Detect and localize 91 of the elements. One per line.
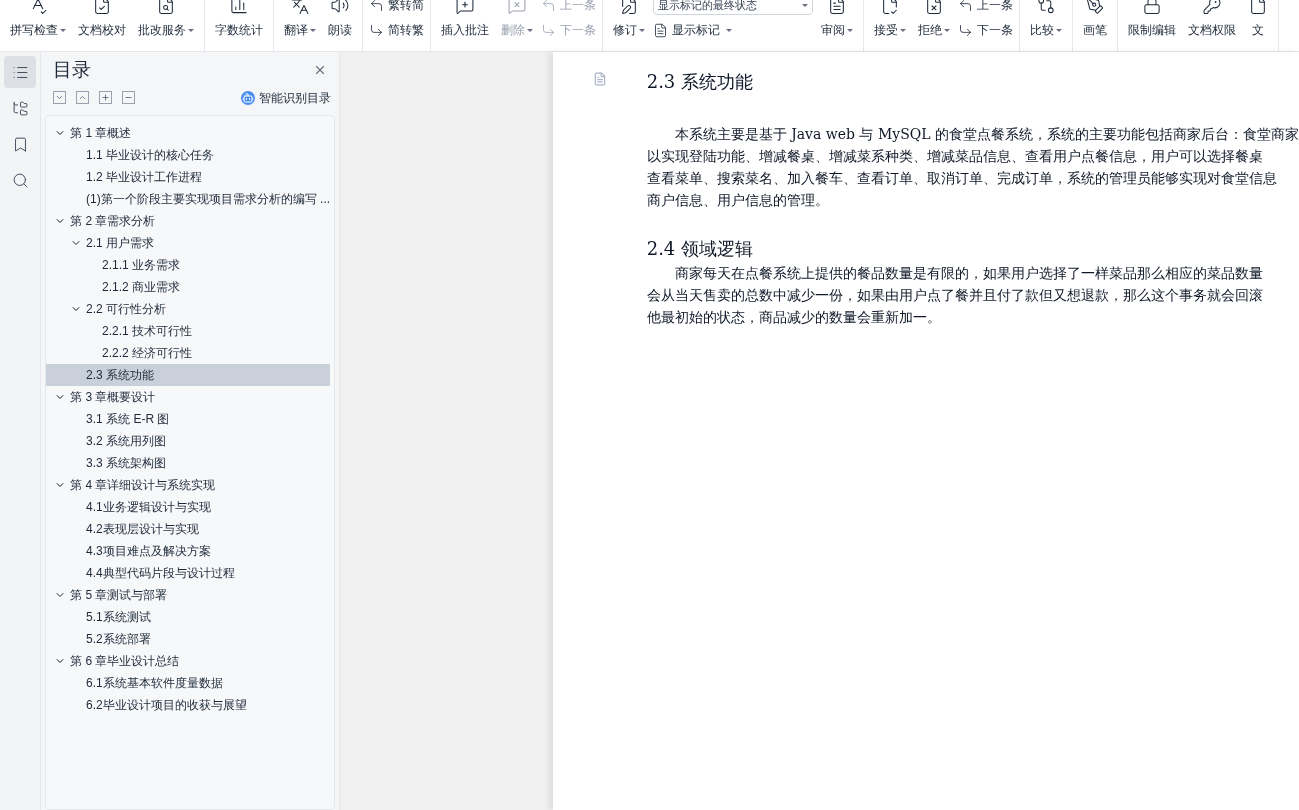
section-heading: 2.3 系统功能 (646, 70, 755, 94)
toc-item[interactable]: 4.4典型代码片段与设计过程 (46, 561, 331, 584)
toolbar-button[interactable]: 批改服务 (134, 0, 198, 51)
toc-item[interactable]: 2.2 可行性分析 (46, 297, 331, 320)
lock-icon (1142, 0, 1162, 15)
toc-item[interactable]: 2.1.1 业务需求 (46, 253, 331, 276)
markup-select[interactable]: 显示标记的最终状态 (653, 0, 813, 15)
toolbar-button[interactable]: 简转繁 (369, 21, 424, 39)
smart-toc-button[interactable]: 智能识别目录 (241, 88, 332, 107)
toolbar-button[interactable]: 翻译 (280, 0, 320, 51)
toc-item[interactable]: 4.2表现层设计与实现 (46, 517, 331, 540)
toolbar-button[interactable]: 文 (1244, 0, 1272, 51)
outline-button[interactable] (53, 91, 67, 104)
toc-item[interactable]: (1)第一个阶段主要实现项目需求分析的编写 ... (46, 187, 331, 210)
toc-item[interactable]: 第 3 章概要设计 (46, 385, 331, 408)
toc-item[interactable]: 4.1业务逻辑设计与实现 (46, 495, 331, 518)
toolbar-button[interactable]: 拒绝 (914, 0, 954, 51)
search-icon (11, 171, 29, 189)
toc-item[interactable]: 3.2 系统用列图 (46, 429, 331, 452)
paragraph: 商家每天在点餐系统上提供的餐品数量是有限的，如果用户选择了一样菜品那么相应的菜品数量 会从当天售卖的总数中减少一份，如果由用户点了餐并且付了款但又想退款，那么这个事务就会回滚 他最初始的状态，商品减少的数量会重新加一。 (646, 264, 1264, 327)
toc-item[interactable]: 5.1系统测试 (46, 605, 331, 628)
toolbar-button[interactable]: 文档权限 (1184, 0, 1240, 51)
toolbar-button[interactable]: 下一条 (958, 21, 1013, 39)
toc-item[interactable]: 2.2.1 技术可行性 (46, 319, 331, 342)
arrow-icon (369, 22, 384, 38)
toolbar-button[interactable]: 繁转简 (369, 0, 424, 14)
toolbar-button[interactable]: 朗读 (324, 0, 356, 51)
toc-item[interactable]: 4.3项目难点及解决方案 (46, 539, 331, 562)
comment-plus-icon (455, 0, 475, 15)
toc-item[interactable]: 第 5 章测试与部署 (46, 583, 331, 606)
robot-icon (241, 90, 256, 105)
outline-button[interactable] (99, 91, 113, 104)
toolbar-button[interactable]: 显示标记 (653, 21, 813, 39)
toolbar-button[interactable]: 拼写检查 (6, 0, 70, 51)
document-pen-icon (619, 0, 639, 15)
speaker-icon (330, 0, 350, 15)
toolbar-button[interactable]: 审阅 (817, 0, 857, 51)
toolbar-button[interactable]: 修订 (609, 0, 649, 51)
toc-item[interactable]: 2.1.2 商业需求 (46, 275, 331, 298)
arrow-icon (958, 22, 973, 38)
toc-item[interactable]: 2.2.2 经济可行性 (46, 341, 331, 364)
toc-item[interactable]: 第 4 章详细设计与系统实现 (46, 473, 331, 496)
arrow-icon (541, 22, 556, 38)
section-heading: 2.4 领域逻辑 (646, 237, 755, 261)
key-icon (1202, 0, 1222, 15)
toc-item[interactable]: 6.1系统基本软件度量数据 (46, 671, 331, 694)
toc-item[interactable]: 第 1 章概述 (46, 121, 331, 144)
arrow-icon (958, 0, 973, 13)
compare-icon (1036, 0, 1056, 15)
toolbar-button[interactable]: 字数统计 (211, 0, 267, 51)
chevron-down-icon (55, 93, 65, 102)
dropdown-caret-icon (726, 28, 732, 32)
paragraph: 本系统主要是基于 Java web 与 MySQL 的食堂点餐系统，系统的主要功能包括商家后台：食堂商家 以实现登陆功能、增减餐桌、增减菜系种类、增减菜品信息、查看用户点餐信息，用户可以选择餐桌 查看菜单、搜索菜名、加入餐车、查看订单、取消订单、完成订单，系统的管理员能够实现对食堂信息 商户信息、用户信息的管理。 (646, 125, 1299, 210)
toolbar-button[interactable]: 画笔 (1079, 0, 1111, 51)
toc-item[interactable]: 5.2系统部署 (46, 627, 331, 650)
arrow-icon (369, 0, 384, 13)
toolbar-button[interactable]: 比较 (1026, 0, 1066, 51)
toc-item[interactable]: 1.2 毕业设计工作进程 (46, 165, 331, 188)
toc-item[interactable]: 3.1 系统 E-R 图 (46, 407, 331, 430)
toc-item[interactable]: 第 6 章毕业设计总结 (46, 649, 331, 672)
toc-item[interactable]: 3.3 系统架构图 (46, 451, 331, 474)
document-check-icon (92, 0, 112, 15)
document-x-icon (924, 0, 944, 15)
panel-title: 目录 (53, 58, 92, 82)
translate-icon (290, 0, 310, 15)
toolbar-button[interactable]: 插入批注 (437, 0, 493, 51)
document-icon (1248, 0, 1268, 15)
toc-item[interactable]: 2.3 系统功能 (46, 363, 331, 386)
toc-item[interactable]: 2.1 用户需求 (46, 231, 331, 254)
document-search-icon (156, 0, 176, 15)
rail-button[interactable] (4, 56, 37, 88)
bar-chart-icon (229, 0, 249, 15)
document-icon (827, 0, 847, 15)
outline-button[interactable] (76, 91, 90, 104)
comment-x-icon (507, 0, 527, 15)
toc-item[interactable]: 6.2毕业设计项目的收获与展望 (46, 693, 331, 716)
toolbar-button[interactable]: 限制编辑 (1124, 0, 1180, 51)
tree-icon (11, 99, 29, 117)
toc-item[interactable]: 第 2 章需求分析 (46, 209, 331, 232)
dropdown-caret-icon (802, 3, 808, 7)
arrow-icon (541, 0, 556, 13)
outline-button[interactable] (122, 91, 136, 104)
document-check-icon (880, 0, 900, 15)
document-icon (592, 72, 607, 86)
toolbar-button[interactable]: 接受 (870, 0, 910, 51)
chevron-up-icon (78, 93, 88, 102)
document-icon (653, 22, 668, 38)
pen-icon (1085, 0, 1105, 15)
toolbar-button[interactable]: 文档校对 (74, 0, 130, 51)
toc-item[interactable]: 1.1 毕业设计的核心任务 (46, 143, 331, 166)
plus-icon (101, 93, 111, 102)
